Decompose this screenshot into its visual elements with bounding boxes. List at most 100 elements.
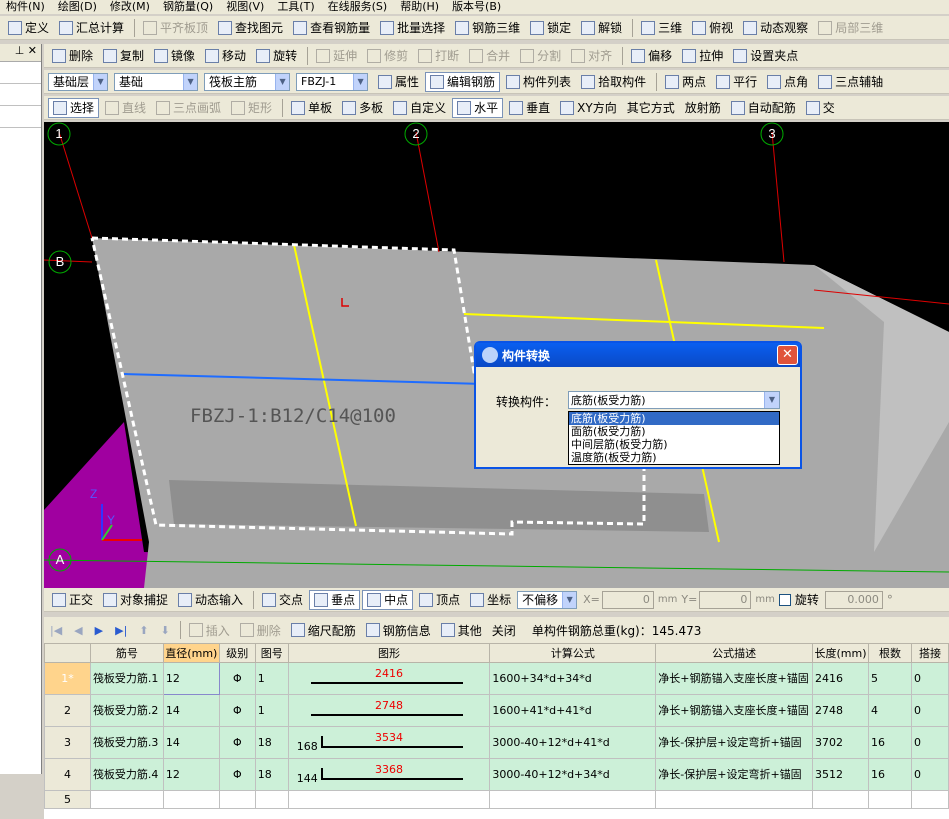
toolbar-button[interactable]: 水平	[452, 97, 504, 118]
toolbar-button[interactable]: 钢筋信息	[362, 620, 435, 640]
column-header[interactable]: 根数	[868, 643, 912, 663]
cell-dia[interactable]	[162, 790, 220, 809]
toolbar-button[interactable]: 两点	[661, 72, 710, 92]
toolbar-button[interactable]: 批量选择	[376, 18, 449, 38]
cell-formula[interactable]: 1600+41*d+41*d	[489, 694, 657, 727]
cell-formula[interactable]: 1600+34*d+34*d	[489, 662, 657, 695]
toolbar-button[interactable]: 其它方式	[623, 98, 679, 118]
cell-formula[interactable]	[489, 790, 657, 809]
toolbar-button[interactable]: 编辑钢筋	[425, 71, 501, 92]
toolbar-button[interactable]: 选择	[48, 97, 100, 118]
cell-length[interactable]	[812, 790, 869, 809]
dialog-titlebar[interactable]: 构件转换	[476, 343, 800, 367]
prev-icon[interactable]: ◀	[74, 624, 82, 637]
y-input[interactable]: 0	[699, 590, 752, 609]
column-header[interactable]: 图号	[254, 643, 289, 663]
convert-element-select[interactable]: 底筋(板受力筋) ▼	[568, 391, 780, 409]
cell-fig[interactable]: 1	[254, 662, 289, 695]
cell-fig[interactable]	[254, 790, 289, 809]
toolbar-button[interactable]: 交	[802, 98, 839, 118]
cell-length[interactable]: 3512	[812, 758, 869, 791]
cell-length[interactable]: 3702	[812, 726, 869, 759]
subtype-select[interactable]: 筏板主筋 ▼	[204, 72, 291, 91]
cell-length[interactable]: 2748	[812, 694, 869, 727]
move-up-icon[interactable]: ⬆	[139, 624, 148, 637]
cell-desc[interactable]	[655, 790, 814, 809]
cell-dia[interactable]: 12	[162, 758, 220, 791]
toolbar-button[interactable]: 垂直	[505, 98, 554, 118]
cell-fig[interactable]: 18	[254, 726, 289, 759]
toolbar-button[interactable]: 缩尺配筋	[287, 620, 360, 640]
toolbar-button[interactable]: 查看钢筋量	[289, 18, 374, 38]
toolbar-button[interactable]: 解锁	[577, 18, 626, 38]
cell-lap[interactable]: 0	[910, 758, 949, 791]
table-row[interactable]: 4 筏板受力筋.4 12 Φ 18 3368 144 3000-40+12*d+34*d 净长-…	[44, 758, 949, 791]
cell-grade[interactable]: Φ	[218, 758, 256, 791]
row-number[interactable]: 5	[44, 790, 91, 809]
menu-item[interactable]: 帮助(H)	[394, 0, 446, 14]
column-header[interactable]: 级别	[218, 643, 256, 663]
cell-fig[interactable]: 18	[254, 758, 289, 791]
toolbar-button[interactable]: 动态输入	[174, 590, 247, 610]
toolbar-button[interactable]: 三点辅轴	[814, 72, 887, 92]
column-header[interactable]	[44, 643, 91, 663]
cell-name[interactable]	[89, 790, 164, 809]
cell-name[interactable]: 筏板受力筋.4	[89, 758, 164, 791]
cell-grade[interactable]: Φ	[218, 726, 256, 759]
x-input[interactable]: 0	[601, 590, 654, 609]
dropdown-option[interactable]: 温度筋(板受力筋)	[569, 451, 779, 464]
table-row[interactable]: 2 筏板受力筋.2 14 Φ 1 2748 1600+41*d+41*d 净长+钢筋锚入支座长…	[44, 694, 949, 727]
toolbar-button[interactable]: 合并	[465, 46, 514, 66]
toolbar-button[interactable]: 打断	[414, 46, 463, 66]
toolbar-button[interactable]: 插入	[185, 620, 234, 640]
cell-lap[interactable]: 0	[910, 726, 949, 759]
dropdown-option[interactable]: 底筋(板受力筋)	[569, 412, 779, 425]
table-row[interactable]: 5	[44, 790, 949, 809]
toolbar-button[interactable]: 拉伸	[678, 46, 727, 66]
next-icon[interactable]: ▶	[95, 624, 103, 637]
toolbar-button[interactable]: 单板	[287, 98, 336, 118]
cell-lap[interactable]: 0	[910, 662, 949, 695]
toolbar-button[interactable]: 关闭	[488, 620, 520, 640]
toolbar-button[interactable]: 直线	[101, 98, 150, 118]
close-icon[interactable]: ✕	[28, 44, 37, 57]
cell-length[interactable]: 2416	[812, 662, 869, 695]
cell-desc[interactable]: 净长-保护层+设定弯折+锚固	[655, 758, 814, 791]
cell-lap[interactable]	[910, 790, 949, 809]
cell-shape[interactable]: 2416	[287, 662, 491, 695]
pin-icon[interactable]: ⊥	[15, 44, 25, 57]
column-header[interactable]: 搭接	[910, 643, 949, 663]
cell-lap[interactable]: 0	[910, 694, 949, 727]
dropdown-option[interactable]: 面筋(板受力筋)	[569, 425, 779, 438]
toolbar-button[interactable]: 俯视	[688, 18, 737, 38]
toolbar-button[interactable]: 删除	[48, 46, 97, 66]
toolbar-button[interactable]: 定义	[4, 18, 53, 38]
toolbar-button[interactable]: 设置夹点	[729, 46, 802, 66]
menu-item[interactable]: 修改(M)	[104, 0, 157, 14]
toolbar-button[interactable]: 矩形	[227, 98, 276, 118]
toolbar-button[interactable]: 删除	[236, 620, 285, 640]
menu-item[interactable]: 视图(V)	[220, 0, 271, 14]
layer-select[interactable]: 基础层 ▼	[48, 72, 109, 91]
toolbar-button[interactable]: 对象捕捉	[99, 590, 172, 610]
menu-item[interactable]: 钢筋量(Q)	[157, 0, 220, 14]
row-number[interactable]: 1*	[44, 662, 91, 695]
cell-count[interactable]	[868, 790, 912, 809]
cell-desc[interactable]: 净长-保护层+设定弯折+锚固	[655, 726, 814, 759]
toolbar-button[interactable]: 查找图元	[214, 18, 287, 38]
toolbar-button[interactable]: 平行	[712, 72, 761, 92]
toolbar-button[interactable]: 汇总计算	[55, 18, 128, 38]
menu-item[interactable]: 绘图(D)	[52, 0, 104, 14]
cell-desc[interactable]: 净长+钢筋锚入支座长度+锚固	[655, 694, 814, 727]
cell-shape[interactable]: 3368 144	[287, 758, 491, 791]
offset-select[interactable]: 不偏移 ▼	[517, 590, 578, 609]
cell-count[interactable]: 16	[868, 758, 912, 791]
column-header[interactable]: 长度(mm)	[812, 643, 869, 663]
cell-name[interactable]: 筏板受力筋.2	[89, 694, 164, 727]
rotate-checkbox[interactable]	[778, 593, 791, 606]
toolbar-button[interactable]: 对齐	[567, 46, 616, 66]
toolbar-button[interactable]: 属性	[374, 72, 423, 92]
last-icon[interactable]: ▶|	[115, 624, 127, 637]
toolbar-button[interactable]: XY方向	[556, 98, 621, 118]
toolbar-button[interactable]: 交点	[258, 590, 307, 610]
